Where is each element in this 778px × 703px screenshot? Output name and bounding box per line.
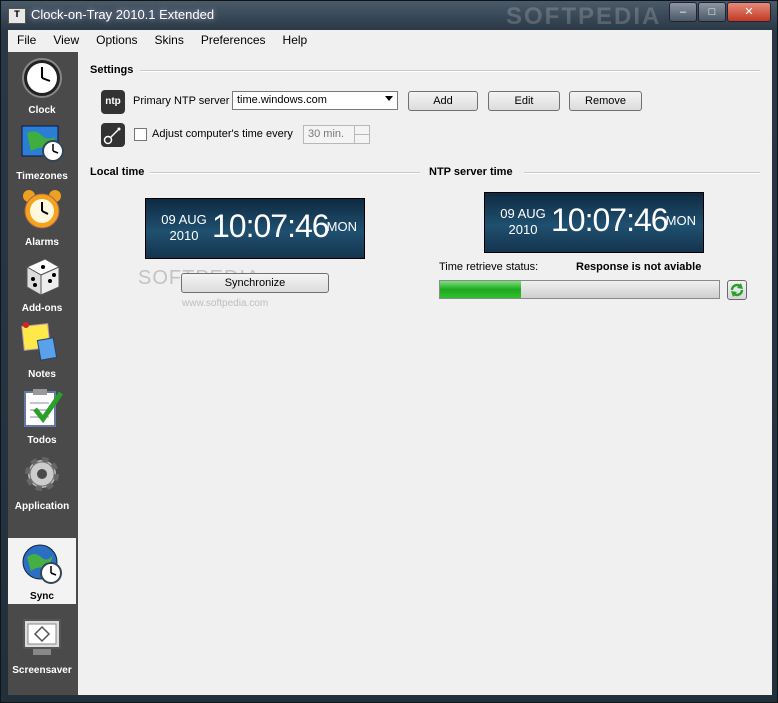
sidebar-item-sync[interactable]: Sync: [8, 538, 76, 604]
local-time: 10:07:46: [212, 208, 330, 244]
divider: [524, 172, 760, 174]
minimize-button[interactable]: –: [669, 2, 697, 22]
local-date-year: 2010: [169, 228, 199, 243]
menu-bar: File View Options Skins Preferences Help: [8, 30, 772, 53]
alarm-clock-icon: [23, 190, 61, 229]
gear-icon: [25, 457, 59, 491]
primary-server-label: Primary NTP server: [133, 95, 230, 107]
ntp-server-select[interactable]: time.windows.com: [232, 91, 398, 110]
sidebar-item-label: Timezones: [16, 171, 68, 182]
sidebar-item-label: Notes: [28, 369, 56, 380]
menu-view[interactable]: View: [44, 30, 87, 52]
menu-file[interactable]: File: [8, 30, 44, 52]
sidebar-item-todos[interactable]: Todos: [8, 382, 76, 448]
edit-server-button[interactable]: Edit: [488, 91, 560, 111]
ntp-icon: ntp: [101, 90, 125, 114]
sidebar-item-label: Clock: [28, 105, 56, 116]
app-icon[interactable]: T: [8, 8, 26, 24]
clock-icon: [22, 58, 62, 98]
local-date-day-month: 09 AUG: [161, 212, 207, 227]
ntp-clock-display: 09 AUG 2010 10:07:46 MON: [484, 192, 704, 253]
ntp-time: 10:07:46: [551, 202, 669, 238]
ntp-weekday: MON: [665, 213, 696, 228]
progress-fill: [440, 281, 521, 298]
sidebar-item-label: Todos: [27, 435, 57, 446]
local-weekday: MON: [326, 219, 357, 234]
ntp-server-value: time.windows.com: [237, 94, 327, 106]
sync-panel: Settings ntp Primary NTP server time.win…: [78, 52, 772, 695]
close-button[interactable]: ✕: [727, 2, 771, 22]
settings-title: Settings: [90, 64, 134, 76]
local-time-title: Local time: [90, 166, 145, 178]
todos-checklist-icon: [24, 389, 64, 427]
local-date: 09 AUG 2010: [154, 212, 214, 244]
menu-skins[interactable]: Skins: [146, 30, 192, 52]
local-clock-display: 09 AUG 2010 10:07:46 MON: [145, 198, 365, 259]
sidebar-item-screensaver[interactable]: Screensaver: [8, 612, 76, 678]
sidebar-item-addons[interactable]: Add-ons: [8, 250, 76, 316]
sidebar-item-label: Add-ons: [21, 303, 63, 314]
globe-clock-icon: [22, 544, 62, 584]
sidebar-item-timezones[interactable]: Timezones: [8, 118, 76, 184]
divider: [140, 70, 760, 72]
add-server-button[interactable]: Add: [408, 91, 478, 111]
refresh-icon: [730, 283, 744, 297]
retrieve-progress-bar: [439, 280, 720, 299]
adjust-time-icon: [101, 123, 125, 147]
ntp-time-title: NTP server time: [429, 166, 513, 178]
app-window: T Clock-on-Tray 2010.1 Extended SOFTPEDI…: [0, 0, 778, 703]
menu-options[interactable]: Options: [87, 30, 145, 52]
sidebar-item-alarms[interactable]: Alarms: [8, 184, 76, 250]
divider: [150, 172, 420, 174]
chevron-down-icon: [385, 96, 393, 101]
sidebar-item-notes[interactable]: Notes: [8, 316, 76, 382]
title-bar[interactable]: T Clock-on-Tray 2010.1 Extended SOFTPEDI…: [1, 1, 777, 30]
sidebar-item-label: Alarms: [25, 237, 59, 248]
sidebar-item-label: Application: [14, 501, 70, 512]
ntp-date: 09 AUG 2010: [493, 206, 553, 238]
sidebar-item-clock[interactable]: Clock: [8, 52, 76, 118]
notes-icon: [21, 322, 58, 361]
sidebar-item-application[interactable]: Application: [8, 448, 76, 514]
adjust-time-label: Adjust computer's time every: [152, 128, 293, 140]
interval-value: 30 min.: [308, 128, 345, 140]
status-label: Time retrieve status:: [439, 261, 539, 273]
status-value: Response is not aviable: [576, 261, 702, 273]
synchronize-button[interactable]: Synchronize: [181, 273, 329, 293]
sidebar-item-label: Screensaver: [12, 665, 72, 676]
titlebar-watermark: SOFTPEDIA: [506, 3, 662, 30]
remove-server-button[interactable]: Remove: [569, 91, 642, 111]
maximize-button[interactable]: □: [698, 2, 726, 22]
adjust-time-checkbox[interactable]: [134, 128, 147, 141]
window-title: Clock-on-Tray 2010.1 Extended: [31, 7, 215, 22]
stepper-down-button[interactable]: [354, 135, 369, 143]
stepper-up-button[interactable]: [354, 126, 369, 135]
ntp-date-year: 2010: [508, 222, 538, 237]
timezones-icon: [21, 125, 64, 162]
ntp-date-day-month: 09 AUG: [500, 206, 546, 221]
softpedia-watermark-url: www.softpedia.com: [182, 298, 269, 309]
dice-icon: [25, 258, 61, 296]
menu-help[interactable]: Help: [274, 30, 316, 52]
sidebar: Clock Timezones Alarms Add-ons Notes Tod…: [8, 52, 78, 695]
sidebar-item-label: Sync: [30, 591, 54, 602]
refresh-button[interactable]: [727, 280, 747, 300]
monitor-icon: [23, 619, 61, 655]
menu-preferences[interactable]: Preferences: [192, 30, 274, 52]
interval-stepper[interactable]: 30 min.: [303, 125, 370, 144]
